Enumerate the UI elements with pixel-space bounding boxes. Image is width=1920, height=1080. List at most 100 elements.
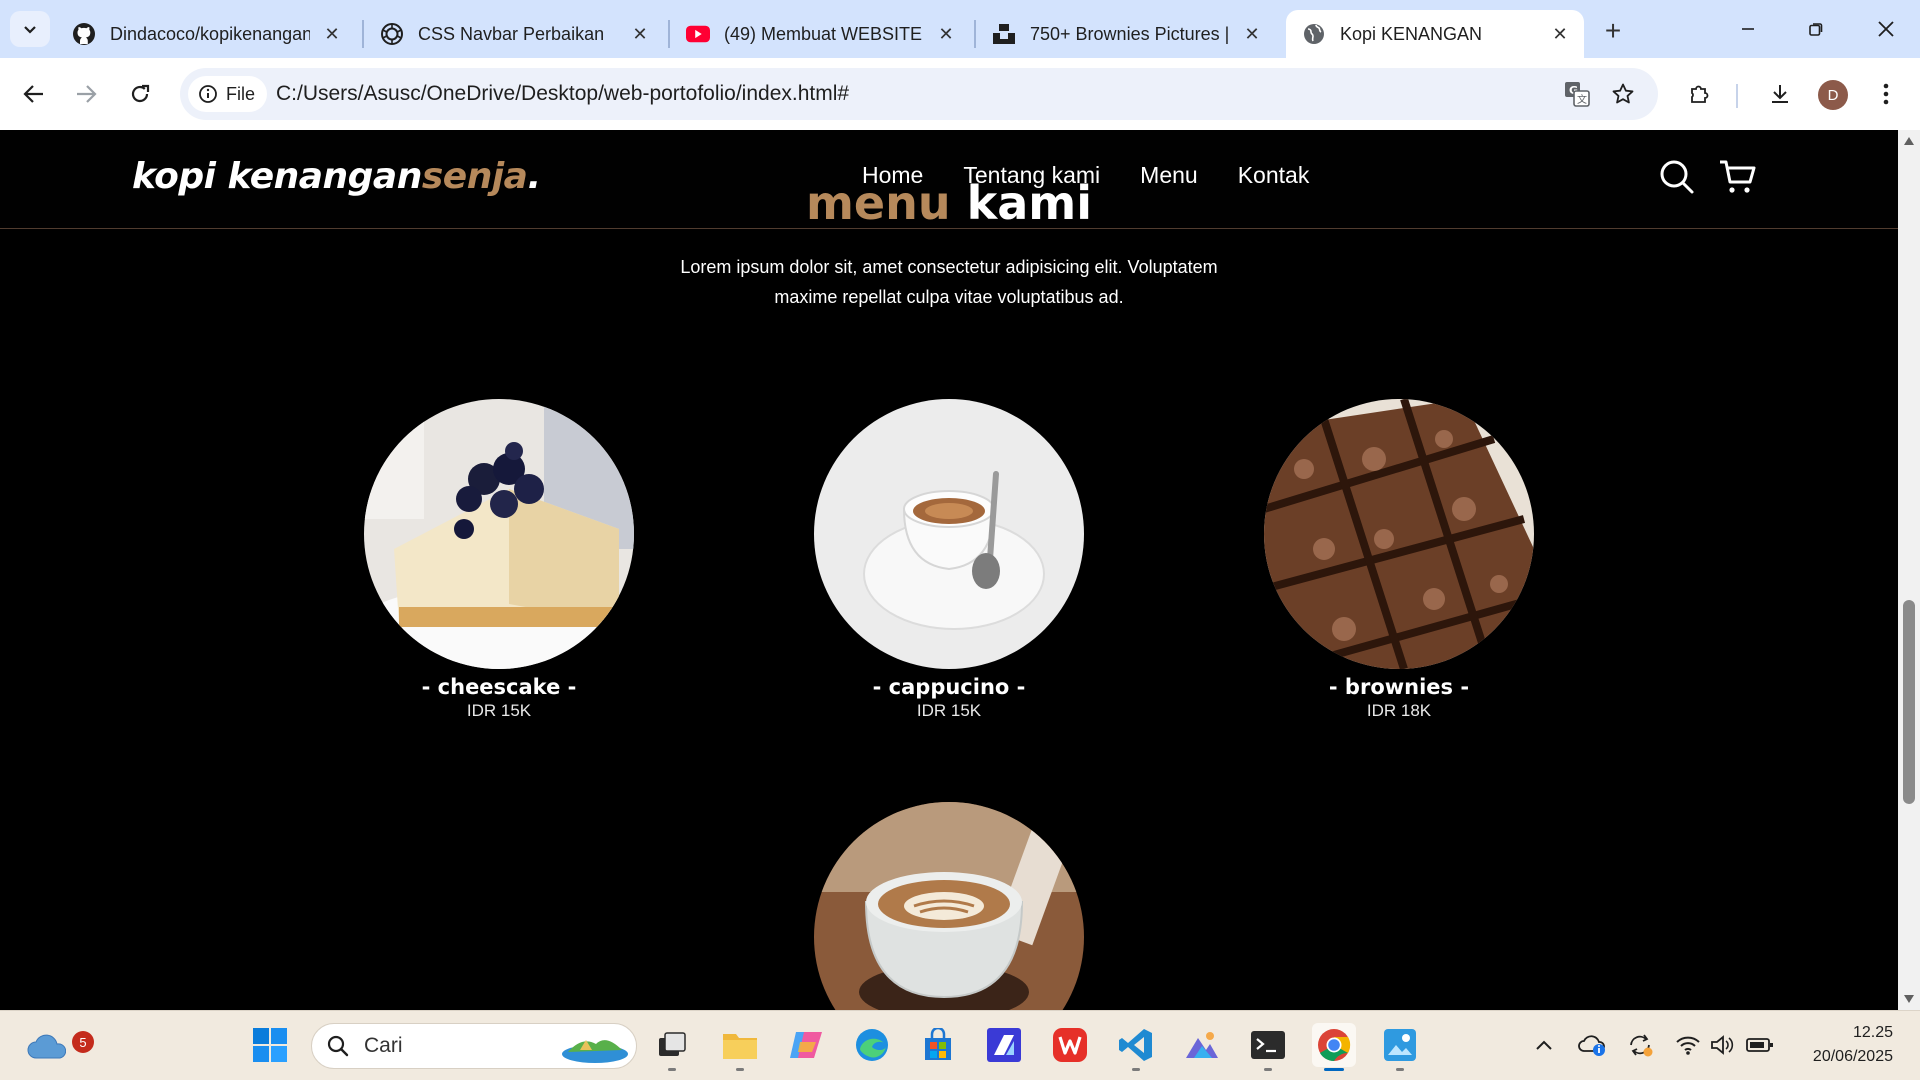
close-icon[interactable]: ✕: [1548, 22, 1572, 46]
downloads-button[interactable]: [1762, 76, 1798, 112]
reload-icon: [131, 84, 150, 103]
terminal-icon: [1251, 1031, 1285, 1059]
reload-button[interactable]: [122, 76, 158, 112]
menu-card: - cheescake - IDR 15K: [364, 399, 634, 721]
speaker-icon: [1711, 1035, 1734, 1055]
restore-button[interactable]: [1788, 8, 1844, 50]
close-icon[interactable]: ✕: [628, 22, 652, 46]
running-indicator: [1264, 1068, 1272, 1071]
browser-tab[interactable]: Dindacoco/kopikenangan ✕: [56, 10, 356, 58]
tab-title: CSS Navbar Perbaikan: [418, 23, 605, 44]
menu-heading: menu kami: [0, 175, 1898, 231]
unsplash-icon: [992, 22, 1016, 46]
tab-title: Kopi KENANGAN: [1340, 23, 1483, 44]
product-name: - brownies -: [1328, 675, 1470, 699]
cloud-info-icon: [1578, 1035, 1605, 1056]
close-icon[interactable]: ✕: [1240, 22, 1264, 46]
taskbar-app-wps[interactable]: [1048, 1023, 1092, 1067]
page-info-chip[interactable]: File: [188, 76, 268, 112]
forward-button[interactable]: [68, 76, 104, 112]
close-icon[interactable]: ✕: [320, 22, 344, 46]
taskbar-app-vscode[interactable]: [1114, 1023, 1158, 1071]
bookmark-star-button[interactable]: [1606, 77, 1640, 111]
triangle-down-icon[interactable]: [1902, 992, 1916, 1006]
search-label: Cari: [364, 1034, 403, 1057]
menu-card: - cappucino - IDR 15K: [814, 399, 1084, 721]
github-icon: [72, 22, 96, 46]
menu-card: [814, 802, 1084, 1010]
search-highlight-icon: [562, 1040, 628, 1063]
taskbar-app-store[interactable]: [916, 1023, 960, 1067]
latte-art-photo: [814, 802, 1084, 1010]
running-indicator: [1324, 1068, 1344, 1071]
taskbar-app-edge[interactable]: [850, 1023, 894, 1067]
notification-badge: 5: [72, 1031, 94, 1053]
battery-icon: [1746, 1038, 1773, 1052]
paint-icon: [1384, 1029, 1416, 1061]
translate-icon: G文: [1565, 82, 1590, 107]
product-price: IDR 18K: [1366, 701, 1432, 720]
sync-tray[interactable]: [1626, 1031, 1654, 1059]
youtube-icon: [686, 22, 710, 46]
product-name: - cheescake -: [421, 675, 577, 699]
globe-icon: [1302, 22, 1326, 46]
scroll-thumb[interactable]: [1903, 600, 1915, 804]
page-scrollbar[interactable]: [1898, 130, 1920, 1010]
close-window-button[interactable]: [1858, 8, 1914, 50]
minimize-button[interactable]: [1720, 8, 1776, 50]
back-button[interactable]: [16, 76, 52, 112]
url-text[interactable]: C:/Users/Asusc/OneDrive/Desktop/web-port…: [276, 68, 849, 120]
brownies-photo: [1264, 399, 1534, 669]
start-button[interactable]: [248, 1023, 292, 1067]
svg-text:文: 文: [1577, 93, 1587, 106]
vscode-icon: [1119, 1029, 1152, 1061]
browser-tab[interactable]: CSS Navbar Perbaikan ✕: [364, 10, 664, 58]
address-bar[interactable]: File C:/Users/Asusc/OneDrive/Desktop/web…: [180, 68, 1658, 120]
running-indicator: [1396, 1068, 1404, 1071]
app-icon: [987, 1028, 1021, 1062]
taskbar-app-task-view[interactable]: [650, 1023, 694, 1071]
weather-widget[interactable]: 5: [24, 1023, 94, 1067]
tab-title: Dindacoco/kopikenangan: [110, 23, 310, 44]
battery-tray[interactable]: [1746, 1031, 1774, 1059]
menu-heading-main: kami: [966, 176, 1092, 230]
tray-overflow-button[interactable]: [1530, 1031, 1558, 1059]
onedrive-tray[interactable]: [1578, 1031, 1606, 1059]
tab-search-button[interactable]: [10, 11, 50, 47]
chrome-menu-button[interactable]: [1868, 76, 1904, 112]
edge-icon: [856, 1029, 888, 1061]
espresso-cup-photo: [814, 399, 1084, 669]
browser-tab[interactable]: (49) Membuat WEBSITE K ✕: [670, 10, 970, 58]
taskbar-app-photos[interactable]: [1180, 1023, 1224, 1067]
minimize-icon: [1742, 28, 1754, 30]
taskbar-app-file-explorer[interactable]: [718, 1023, 762, 1071]
taskbar-app-chrome[interactable]: [1312, 1023, 1356, 1071]
menu-card: - brownies - IDR 18K: [1264, 399, 1534, 721]
close-icon[interactable]: ✕: [934, 22, 958, 46]
volume-tray[interactable]: [1708, 1031, 1736, 1059]
new-tab-button[interactable]: +: [1596, 14, 1630, 48]
system-clock[interactable]: 12.25 20/06/2025: [1795, 1021, 1893, 1069]
taskbar-app-paint[interactable]: [1378, 1023, 1422, 1071]
extensions-button[interactable]: [1682, 76, 1718, 112]
browser-tab-active[interactable]: Kopi KENANGAN ✕: [1286, 10, 1584, 58]
translate-button[interactable]: G文: [1560, 77, 1594, 111]
taskbar-search[interactable]: Cari: [311, 1023, 637, 1069]
page-info-label: File: [226, 83, 256, 104]
running-indicator: [668, 1068, 676, 1071]
taskbar-app-terminal[interactable]: [1246, 1023, 1290, 1071]
browser-tab[interactable]: 750+ Brownies Pictures | ✕: [976, 10, 1276, 58]
taskbar-app-bar[interactable]: [982, 1023, 1026, 1067]
star-icon: [1612, 83, 1634, 104]
puzzle-icon: [1691, 85, 1709, 103]
product-price: IDR 15K: [466, 701, 532, 720]
taskbar-app-copilot[interactable]: [784, 1023, 828, 1067]
windows-taskbar: 5 Cari 12.25 20/06/2025: [0, 1010, 1920, 1080]
cloud-icon: [27, 1034, 66, 1059]
wifi-icon: [1676, 1036, 1700, 1055]
profile-avatar[interactable]: D: [1818, 80, 1848, 110]
triangle-up-icon[interactable]: [1902, 134, 1916, 148]
windows-icon: [253, 1028, 287, 1062]
wifi-tray[interactable]: [1674, 1031, 1702, 1059]
clock-date: 20/06/2025: [1812, 1048, 1893, 1065]
